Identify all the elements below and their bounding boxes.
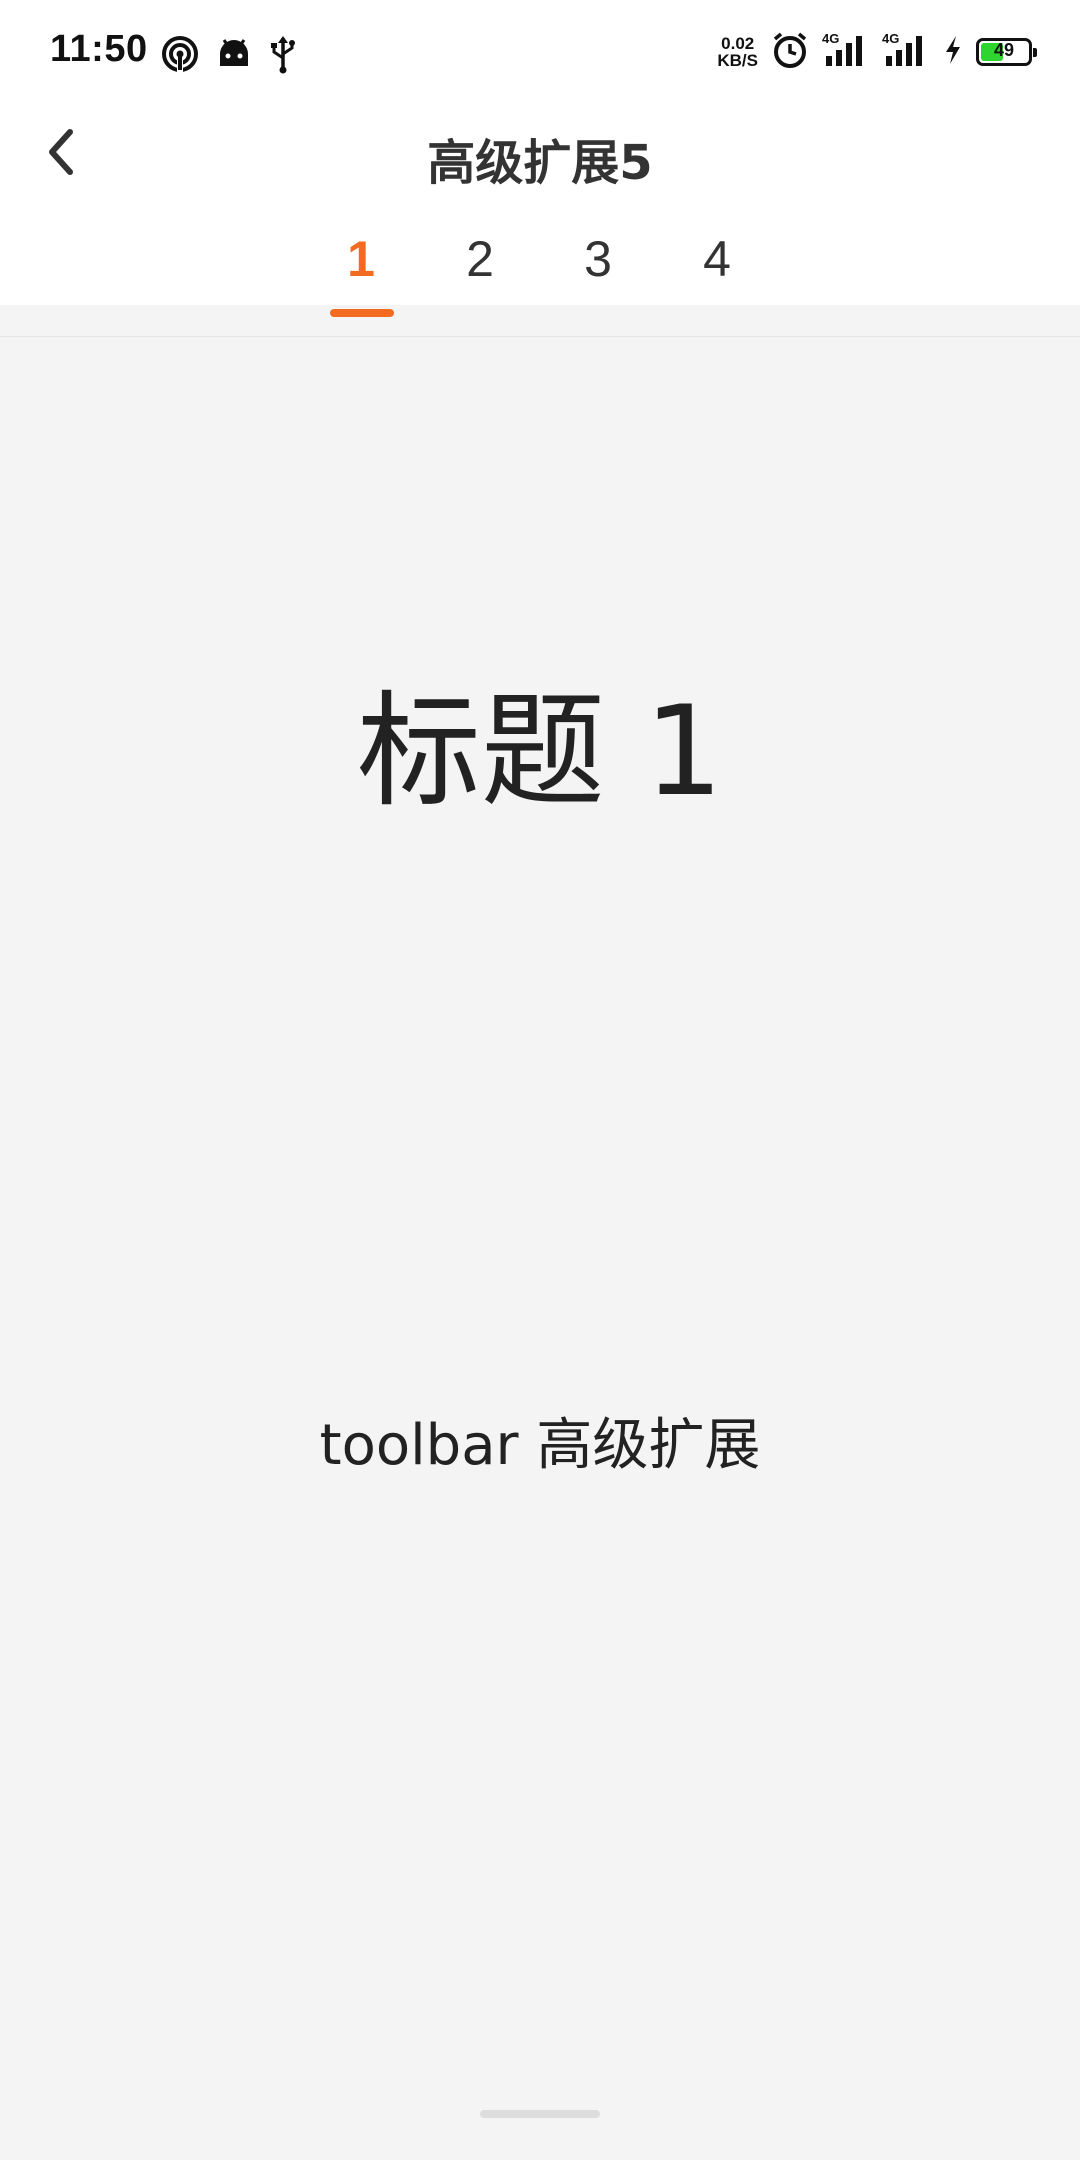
network-speed-value: 0.02 [721,34,755,53]
tab-3[interactable]: 3 [558,230,638,288]
content-subtitle: toolbar 高级扩展 [319,1413,761,1478]
active-tab-indicator [330,309,394,317]
tab-4[interactable]: 4 [677,230,757,288]
hotspot-icon [160,34,200,78]
signal-4g-icon: 4G [882,30,930,74]
signal-4g-icon: 4G [822,30,870,74]
toolbar-divider [0,336,1080,337]
status-left-icons [160,34,298,78]
usb-icon [268,34,298,78]
tab-2[interactable]: 2 [440,230,520,288]
battery-level: 49 [993,40,1015,60]
android-icon [214,34,254,78]
status-time: 11:50 [50,28,148,70]
battery-icon: 49 [976,38,1037,66]
tab-bar: 1 2 3 4 [0,230,1080,305]
status-bar: 11:50 0.02 KB/S 4G 4G 49 [0,0,1080,105]
toolbar: 高级扩展5 1 2 3 4 [0,105,1080,317]
svg-text:4G: 4G [822,31,839,46]
screen: 11:50 0.02 KB/S 4G 4G 49 高级扩展5 1 2 3 4 标… [0,0,1080,2160]
network-speed: 0.02 KB/S [717,35,758,69]
svg-text:4G: 4G [882,31,899,46]
status-right-icons: 0.02 KB/S 4G 4G 49 [717,30,1037,74]
network-speed-unit: KB/S [717,51,758,70]
tab-1[interactable]: 1 [321,230,401,288]
alarm-icon [770,30,810,74]
charging-icon [942,30,964,74]
content-heading: 标题 1 [356,680,724,824]
page-title: 高级扩展5 [427,135,653,191]
home-indicator[interactable] [480,2110,600,2118]
